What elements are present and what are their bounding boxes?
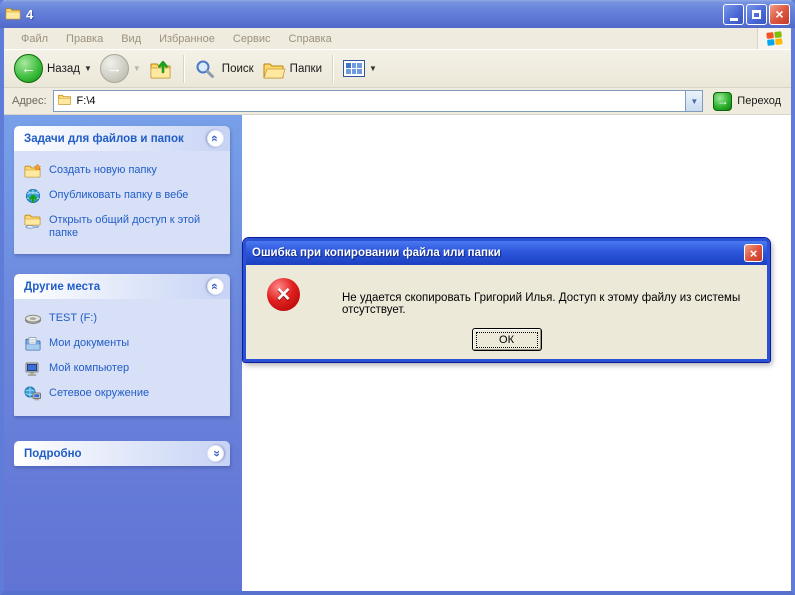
window-title: 4: [26, 6, 34, 22]
up-button[interactable]: [145, 56, 177, 82]
task-new-folder[interactable]: Создать новую папку: [24, 163, 224, 179]
back-label: Назад: [47, 62, 80, 75]
address-value[interactable]: F:\4: [77, 95, 96, 107]
new-folder-icon: [24, 163, 42, 179]
go-button[interactable]: → Переход: [703, 91, 789, 111]
place-my-documents[interactable]: Мои документы: [24, 336, 224, 352]
task-new-folder-label[interactable]: Создать новую папку: [49, 163, 157, 177]
my-computer-icon: [24, 361, 42, 377]
ok-button[interactable]: ОК: [471, 328, 542, 351]
folder-up-icon: [149, 58, 173, 80]
panel-title: Подробно: [24, 447, 82, 460]
address-dropdown-icon[interactable]: ▼: [685, 91, 703, 111]
task-publish-web-label[interactable]: Опубликовать папку в вебе: [49, 188, 188, 202]
dialog-close-button[interactable]: ×: [744, 244, 763, 262]
menu-favorites[interactable]: Избранное: [150, 30, 224, 48]
dialog-title: Ошибка при копировании файла или папки: [252, 247, 501, 259]
back-button[interactable]: ← Назад ▼: [10, 52, 96, 85]
error-icon: ×: [267, 278, 300, 311]
go-arrow-icon: →: [713, 91, 733, 111]
menu-file[interactable]: Файл: [12, 30, 57, 48]
place-network[interactable]: Сетевое окружение: [24, 386, 224, 402]
panel-title: Другие места: [24, 280, 101, 293]
folders-icon: [262, 58, 286, 80]
place-test-drive[interactable]: TEST (F:): [24, 311, 224, 327]
views-dropdown-icon[interactable]: ▼: [369, 64, 377, 73]
title-bar: 4 ×: [0, 0, 795, 28]
back-arrow-icon: ←: [14, 54, 43, 83]
panel-other-places: Другие места « TEST (F:) Мои документы М…: [14, 274, 230, 416]
chevron-down-icon[interactable]: «: [207, 445, 224, 462]
search-button[interactable]: Поиск: [190, 56, 258, 82]
panel-file-tasks: Задачи для файлов и папок « Создать нову…: [14, 126, 230, 254]
panel-title: Задачи для файлов и папок: [24, 132, 184, 145]
menu-view[interactable]: Вид: [112, 30, 150, 48]
maximize-button[interactable]: [746, 3, 767, 25]
panel-other-places-header[interactable]: Другие места «: [14, 274, 230, 299]
ok-button-label: ОК: [475, 331, 538, 348]
dialog-message: Не удается скопировать Григорий Илья. До…: [342, 292, 741, 316]
my-documents-icon: [24, 336, 42, 352]
go-label: Переход: [737, 95, 781, 107]
menu-tools[interactable]: Сервис: [224, 30, 280, 48]
place-my-documents-label[interactable]: Мои документы: [49, 336, 129, 350]
menu-bar: Файл Правка Вид Избранное Сервис Справка: [4, 28, 791, 50]
menu-edit[interactable]: Правка: [57, 30, 112, 48]
task-share-folder-label[interactable]: Открыть общий доступ к этой папке: [49, 213, 224, 240]
publish-web-icon: [24, 188, 42, 204]
forward-dropdown-icon: ▼: [132, 64, 141, 73]
panel-file-tasks-header[interactable]: Задачи для файлов и папок «: [14, 126, 230, 151]
minimize-button[interactable]: [723, 3, 744, 25]
back-dropdown-icon[interactable]: ▼: [84, 64, 92, 73]
panel-details: Подробно «: [14, 441, 230, 466]
address-label: Адрес:: [12, 95, 47, 107]
place-my-computer-label[interactable]: Мой компьютер: [49, 361, 129, 375]
forward-button[interactable]: → ▼: [96, 52, 145, 85]
windows-logo-icon: [757, 28, 791, 49]
place-test-drive-label[interactable]: TEST (F:): [49, 311, 97, 325]
network-icon: [24, 386, 42, 402]
place-my-computer[interactable]: Мой компьютер: [24, 361, 224, 377]
main-area: Задачи для файлов и папок « Создать нову…: [4, 115, 791, 591]
dialog-title-bar: Ошибка при копировании файла или папки ×: [246, 241, 767, 265]
place-network-label[interactable]: Сетевое окружение: [49, 386, 149, 400]
search-icon: [194, 58, 218, 80]
views-button[interactable]: ▼: [339, 58, 381, 79]
address-folder-icon: [57, 93, 73, 109]
forward-arrow-icon: →: [99, 54, 129, 83]
menu-help[interactable]: Справка: [280, 30, 341, 48]
task-publish-web[interactable]: Опубликовать папку в вебе: [24, 188, 224, 204]
panel-details-header[interactable]: Подробно «: [14, 441, 230, 466]
task-pane: Задачи для файлов и папок « Создать нову…: [4, 115, 242, 591]
views-icon: [343, 60, 366, 77]
share-folder-icon: [24, 213, 42, 229]
folders-label: Папки: [289, 62, 323, 75]
folders-button[interactable]: Папки: [258, 56, 326, 82]
explorer-window: 4 × Файл Правка Вид Избранное Сервис Спр…: [0, 0, 795, 595]
error-dialog: Ошибка при копировании файла или папки ×…: [242, 237, 771, 363]
search-label: Поиск: [221, 62, 254, 75]
disk-drive-icon: [24, 311, 42, 327]
address-combo[interactable]: F:\4 ▼: [52, 90, 704, 112]
task-share-folder[interactable]: Открыть общий доступ к этой папке: [24, 213, 224, 240]
address-bar: Адрес: F:\4 ▼ → Переход: [4, 88, 791, 115]
close-button[interactable]: ×: [769, 3, 790, 25]
chevron-up-icon[interactable]: «: [207, 278, 224, 295]
toolbar: ← Назад ▼ → ▼ Поиск Папки ▼: [4, 50, 791, 88]
chevron-up-icon[interactable]: «: [207, 130, 224, 147]
folder-icon: [5, 6, 21, 22]
